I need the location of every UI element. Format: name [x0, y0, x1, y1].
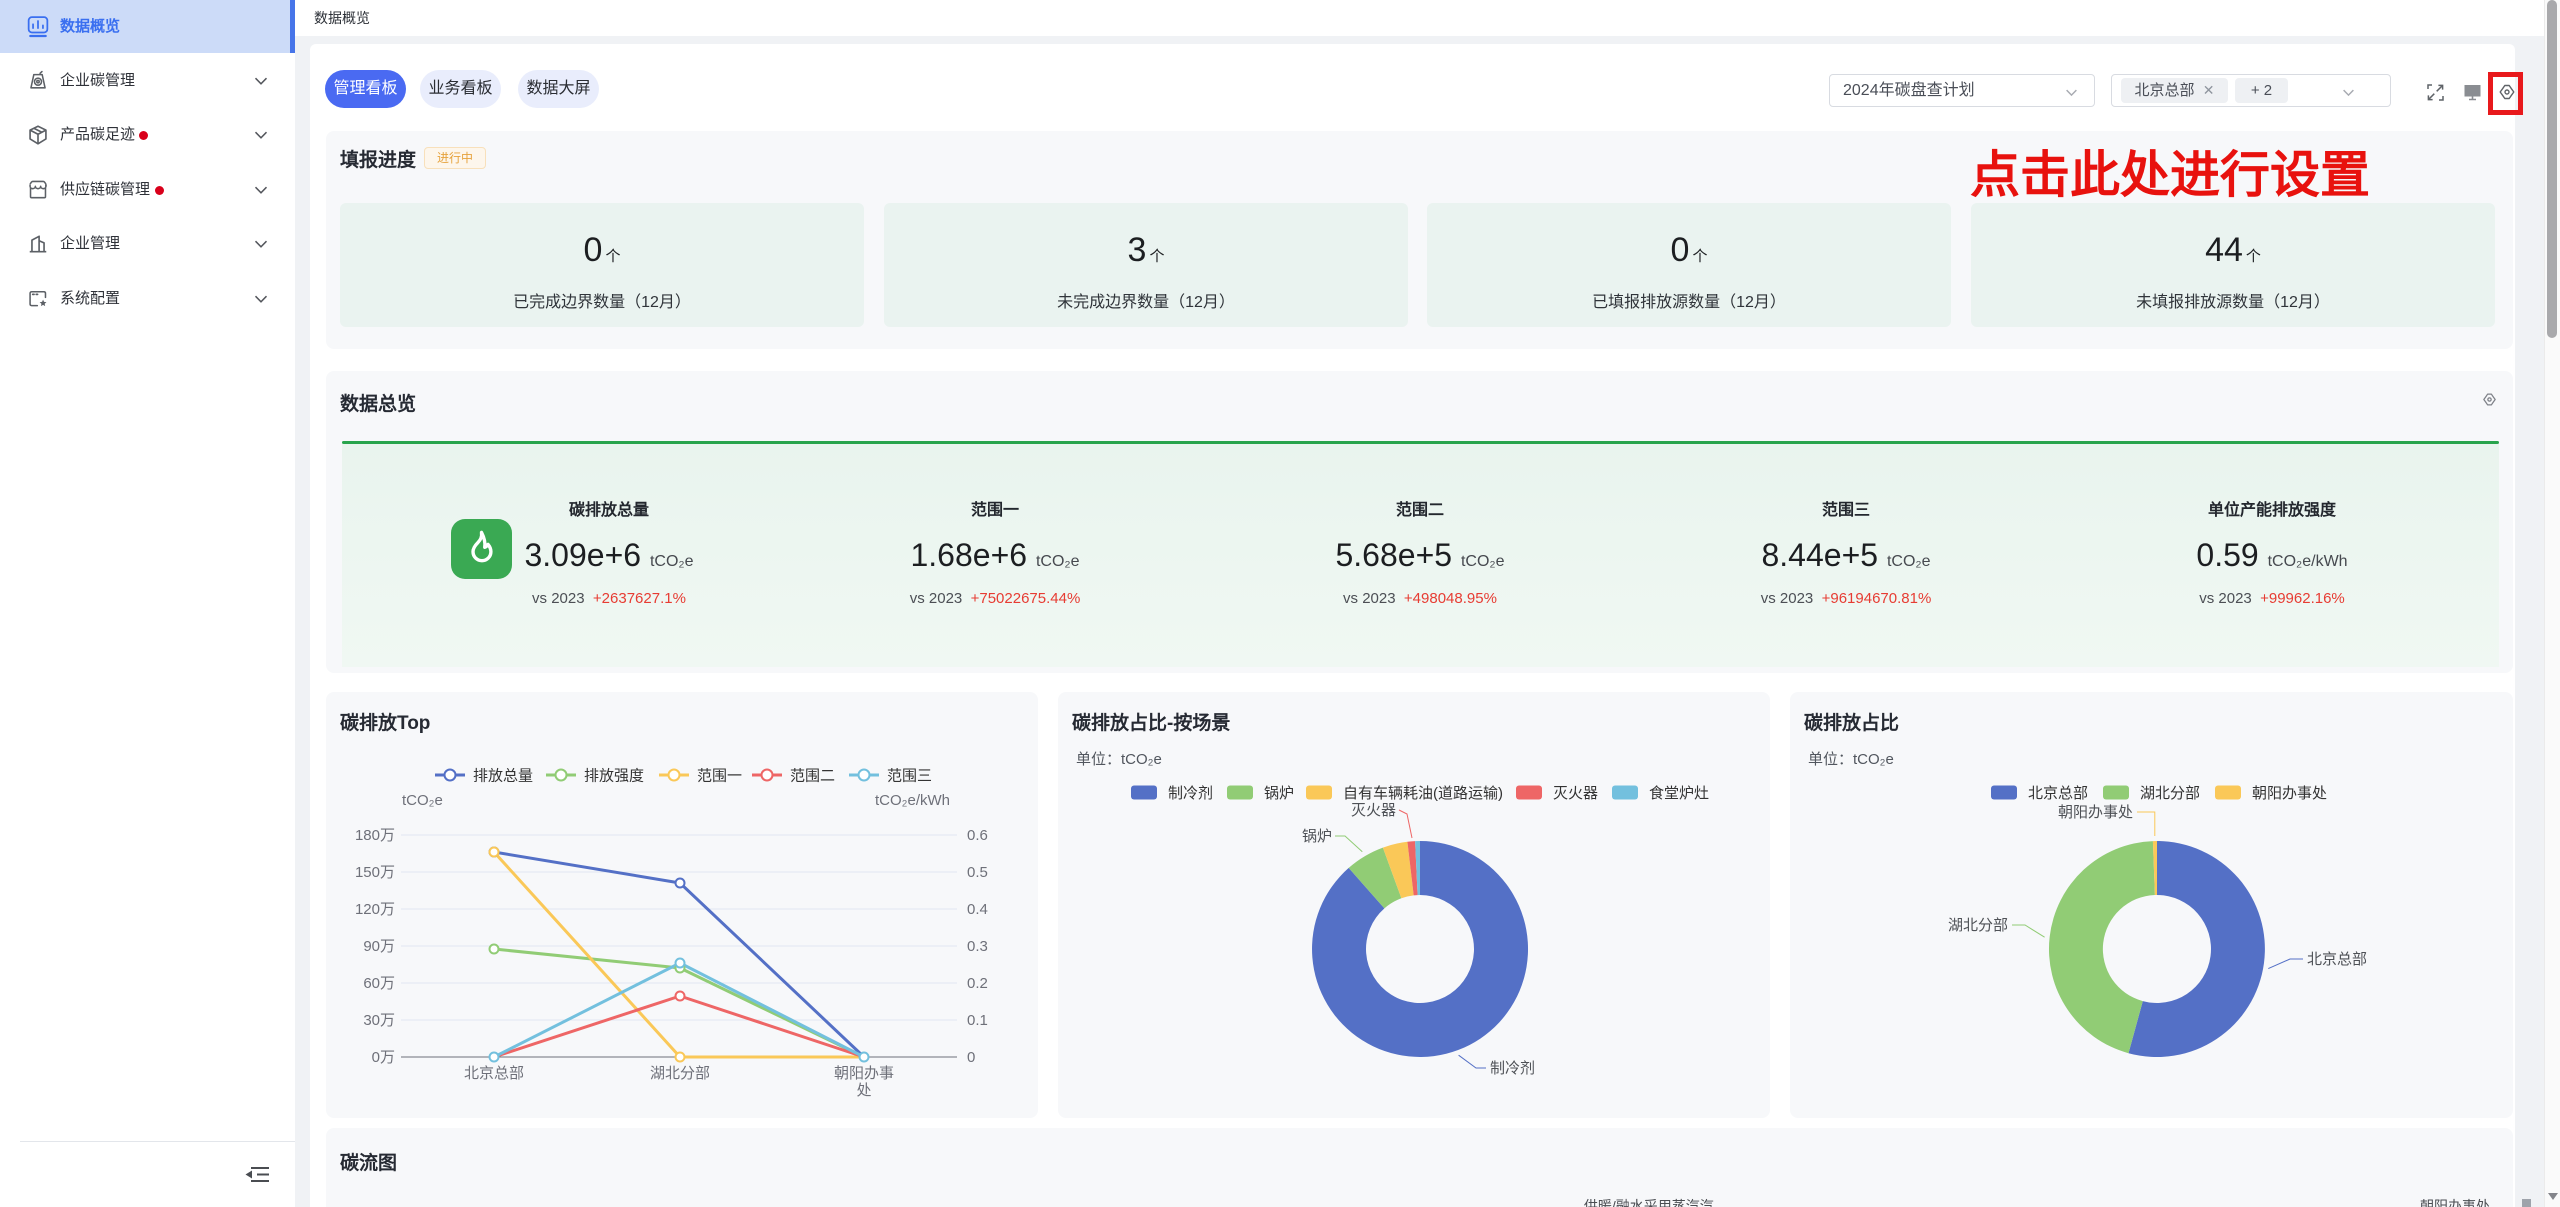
svg-text:排放总量: 排放总量: [473, 768, 533, 785]
svg-text:制冷剂: 制冷剂: [1168, 785, 1213, 802]
svg-text:范围三: 范围三: [887, 768, 932, 785]
svg-text:自有车辆耗油(道路运输): 自有车辆耗油(道路运输): [1343, 785, 1503, 802]
svg-text:0.4: 0.4: [967, 901, 988, 918]
svg-text:朝阳办事处: 朝阳办事处: [2252, 785, 2327, 802]
svg-text:60万: 60万: [363, 975, 395, 992]
svg-text:灭火器: 灭火器: [1553, 785, 1598, 802]
svg-text:朝阳办事: 朝阳办事: [834, 1065, 894, 1082]
svg-text:0.6: 0.6: [967, 827, 988, 844]
svg-text:制冷剂: 制冷剂: [1490, 1060, 1535, 1077]
svg-text:锅炉: 锅炉: [1302, 828, 1332, 845]
svg-text:0.1: 0.1: [967, 1012, 988, 1029]
svg-text:0: 0: [967, 1049, 975, 1066]
svg-text:排放强度: 排放强度: [584, 768, 644, 785]
svg-text:180万: 180万: [355, 827, 395, 844]
svg-text:tCO₂e: tCO₂e: [402, 792, 443, 809]
svg-text:tCO₂e/kWh: tCO₂e/kWh: [875, 792, 950, 809]
svg-text:北京总部: 北京总部: [2307, 951, 2367, 968]
svg-text:范围一: 范围一: [697, 768, 742, 785]
svg-text:湖北分部: 湖北分部: [2140, 785, 2200, 802]
svg-text:灭火器: 灭火器: [1351, 802, 1396, 819]
svg-text:0.3: 0.3: [967, 938, 988, 955]
svg-text:0.5: 0.5: [967, 864, 988, 881]
svg-text:湖北分部: 湖北分部: [650, 1065, 710, 1082]
svg-text:北京总部: 北京总部: [464, 1065, 524, 1082]
svg-text:朝阳办事处: 朝阳办事处: [2058, 804, 2133, 821]
svg-text:120万: 120万: [355, 901, 395, 918]
svg-text:湖北分部: 湖北分部: [1948, 917, 2008, 934]
svg-text:锅炉: 锅炉: [1264, 785, 1294, 802]
svg-text:0.2: 0.2: [967, 975, 988, 992]
svg-text:范围二: 范围二: [790, 768, 835, 785]
svg-text:食堂炉灶: 食堂炉灶: [1649, 785, 1709, 802]
svg-text:0万: 0万: [372, 1049, 395, 1066]
svg-text:150万: 150万: [355, 864, 395, 881]
svg-text:90万: 90万: [363, 938, 395, 955]
svg-text:北京总部: 北京总部: [2028, 785, 2088, 802]
svg-text:30万: 30万: [363, 1012, 395, 1029]
svg-text:处: 处: [856, 1082, 871, 1099]
